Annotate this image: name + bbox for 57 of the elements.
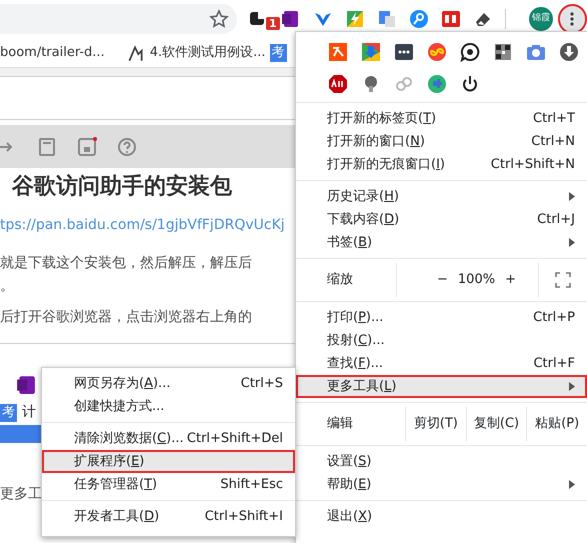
paragraph-text: 就是下载这个安装包，然后解压，解压后: [0, 254, 252, 273]
profile-avatar[interactable]: 锦霞: [529, 7, 553, 31]
menu-button[interactable]: [558, 4, 587, 34]
menu-item[interactable]: 查找(F)... Ctrl+F: [296, 352, 587, 375]
menu-item[interactable]: 投射(C)...: [296, 329, 587, 352]
help-icon[interactable]: [117, 136, 137, 156]
menu-item[interactable]: 网页另存为(A)... Ctrl+S: [42, 372, 295, 395]
menu-item[interactable]: 下载内容(D) Ctrl+J: [296, 208, 587, 231]
edit-button[interactable]: 复制(C): [466, 407, 526, 441]
zoom-out-button[interactable]: −: [437, 270, 448, 290]
menu-item[interactable]: 打开新的标签页(T) Ctrl+T: [296, 107, 587, 130]
article-heading: 谷歌访问助手的安装包: [10, 172, 232, 201]
paragraph-text: 。: [0, 277, 14, 296]
tag-label: 考: [0, 404, 17, 422]
menu-item[interactable]: 帮助(E): [296, 473, 587, 496]
extension-icon[interactable]: [559, 42, 579, 62]
save-icon[interactable]: [77, 136, 97, 156]
bookmark-item[interactable]: 4.软件测试用例设...: [150, 42, 266, 62]
bookmark-item[interactable]: boom/trailer-d...: [0, 42, 105, 62]
menu-item[interactable]: 任务管理器(T) Shift+Esc: [42, 473, 295, 496]
extension-icon[interactable]: [460, 74, 480, 94]
notification-badge: 1: [266, 17, 280, 30]
menu-item[interactable]: 扩展程序(E): [42, 450, 295, 473]
edit-button[interactable]: 剪切(T): [405, 407, 466, 441]
menu-icon: [570, 12, 574, 26]
menu-item[interactable]: 打开新的窗口(N) Ctrl+N: [296, 130, 587, 153]
menu-item[interactable]: 书签(B): [296, 231, 587, 254]
menu-item[interactable]: 创建快捷方式...: [42, 395, 295, 418]
menu-item[interactable]: 打开新的无痕窗口(I) Ctrl+Shift+N: [296, 153, 587, 176]
menu-item[interactable]: 清除浏览数据(C)... Ctrl+Shift+Del: [42, 427, 295, 450]
extension-icon[interactable]: [460, 42, 480, 62]
menu-item[interactable]: 更多工具(L): [296, 375, 587, 398]
menu-item[interactable]: 打印(P)... Ctrl+P: [296, 306, 587, 329]
submenu-arrow-icon: [569, 480, 575, 489]
notebook-icon: [16, 374, 36, 394]
edit-button[interactable]: 粘贴(P): [526, 407, 587, 441]
zoom-in-button[interactable]: +: [505, 270, 516, 290]
extension-icon[interactable]: [394, 42, 414, 62]
menu-item[interactable]: 退出(X): [296, 505, 587, 528]
menu-item[interactable]: 开发者工具(D) Ctrl+Shift+I: [42, 505, 295, 528]
star-icon[interactable]: [209, 9, 230, 29]
menu-item[interactable]: 设置(S): [296, 450, 587, 473]
submenu-arrow-icon: [569, 382, 575, 391]
zoom-level: 100%: [458, 271, 496, 290]
menu-label: 缩放: [326, 271, 354, 290]
submenu-arrow-icon: [569, 192, 575, 201]
menu-label: 编辑: [326, 415, 354, 434]
menu-item[interactable]: 历史记录(H): [296, 185, 587, 208]
category-text: 计: [22, 403, 36, 422]
bookmark-item[interactable]: 考: [270, 44, 286, 62]
extension-icon[interactable]: [493, 42, 513, 62]
paragraph-text: 后打开谷歌浏览器，点击浏览器右上角的: [0, 308, 252, 327]
submenu-arrow-icon: [569, 238, 575, 247]
fullscreen-icon[interactable]: [555, 272, 571, 288]
extension-icon[interactable]: [328, 74, 348, 94]
paragraph-text: 更多工: [0, 485, 42, 504]
document-icon[interactable]: [37, 136, 57, 156]
